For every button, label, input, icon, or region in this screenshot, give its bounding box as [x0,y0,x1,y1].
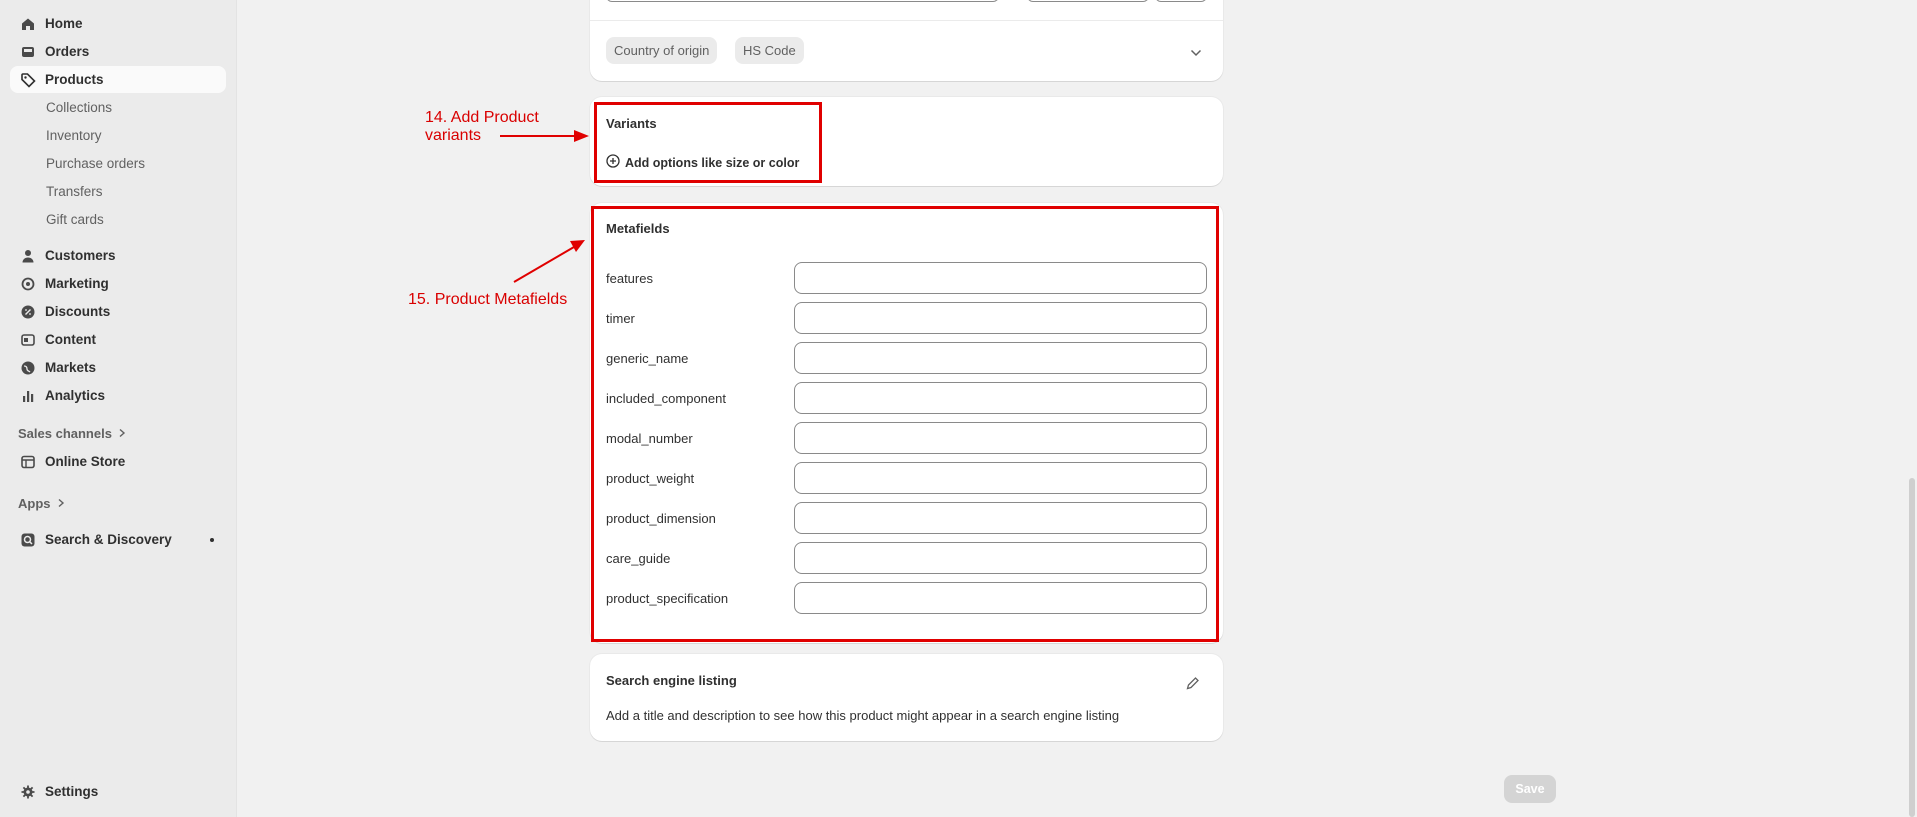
nav-content-label: Content [45,332,96,347]
globe-icon [19,359,36,376]
add-options-button[interactable]: Add options like size or color [606,154,799,171]
chevron-down-icon[interactable] [1190,44,1202,62]
plus-circle-icon [606,154,620,171]
nav-marketing-label: Marketing [45,276,109,291]
nav-content[interactable]: Content [10,326,226,353]
annotation-step-15: 15. Product Metafields [408,291,568,308]
save-button[interactable]: Save [1504,775,1556,803]
metafield-label-modal-number: modal_number [606,431,693,446]
chevron-right-icon [57,496,65,511]
metafield-input-timer[interactable] [794,302,1207,334]
metafield-input-care-guide[interactable] [794,542,1207,574]
bar-chart-icon [19,387,36,404]
nav-customers-label: Customers [45,248,116,263]
metafield-label-features: features [606,271,653,286]
nav-marketing[interactable]: Marketing [10,270,226,297]
unread-dot [210,537,214,542]
nav-markets-label: Markets [45,360,97,375]
metafield-input-product-specification[interactable] [794,582,1207,614]
gear-icon [19,783,36,800]
nav-online-store[interactable]: Online Store [10,448,226,475]
nav-gift-cards[interactable]: Gift cards [46,212,104,227]
nav-search-discovery[interactable]: Search & Discovery [10,526,226,553]
metafield-input-features[interactable] [794,262,1207,294]
nav-markets[interactable]: Markets [10,354,226,381]
metafield-label-product-weight: product_weight [606,471,695,486]
tag-hs-code[interactable]: HS Code [735,37,804,64]
unit-input-edge[interactable] [1155,0,1207,2]
metafield-label-timer: timer [606,311,635,326]
metafield-label-product-specification: product_specification [606,591,729,606]
apps-heading[interactable]: Apps [18,496,65,511]
nav-home[interactable]: Home [10,10,226,37]
annotation-step-14-line2: variants [425,127,482,144]
add-options-label: Add options like size or color [625,155,800,170]
inbox-icon [19,43,36,60]
divider [590,20,1223,21]
country-input-edge[interactable] [606,0,999,2]
chevron-right-icon [118,426,126,441]
nav-search-discovery-label: Search & Discovery [45,532,172,547]
nav-analytics[interactable]: Analytics [10,382,226,409]
nav-orders[interactable]: Orders [10,38,226,65]
tag-country-of-origin[interactable]: Country of origin [606,37,718,64]
search-app-icon [19,531,36,548]
arrow-to-metafields [513,240,585,283]
person-icon [19,247,36,264]
nav-discounts-label: Discounts [45,304,111,319]
annotation-step-14: 14. Add Product variants [425,109,539,145]
metafield-input-product-dimension[interactable] [794,502,1207,534]
nav-inventory[interactable]: Inventory [46,128,102,143]
metafield-input-generic-name[interactable] [794,342,1207,374]
sales-channels-heading[interactable]: Sales channels [18,426,126,441]
metafield-label-included-component: included_component [606,391,726,406]
nav-products-label: Products [45,72,104,87]
apps-label: Apps [18,496,51,511]
store-icon [19,453,36,470]
nav-home-label: Home [45,16,83,31]
nav-transfers[interactable]: Transfers [46,184,103,199]
nav-customers[interactable]: Customers [10,242,226,269]
variants-card [590,97,1223,186]
metafield-input-included-component[interactable] [794,382,1207,414]
metafields-title: Metafields [606,221,670,236]
nav-discounts[interactable]: Discounts [10,298,226,325]
nav-purchase-orders[interactable]: Purchase orders [46,156,145,171]
target-icon [19,275,36,292]
nav-settings[interactable]: Settings [10,778,226,805]
tag-icon [19,71,36,88]
hs-code-input-edge[interactable] [1027,0,1149,2]
nav-orders-label: Orders [45,44,90,59]
nav-settings-label: Settings [45,784,99,799]
nav-products[interactable]: Products [10,66,226,93]
page-scrollbar[interactable] [1909,478,1915,817]
sales-channels-label: Sales channels [18,426,112,441]
nav-analytics-label: Analytics [45,388,106,403]
home-icon [19,15,36,32]
discount-icon [19,303,36,320]
metafield-label-generic-name: generic_name [606,351,689,366]
metafield-input-modal-number[interactable] [794,422,1207,454]
seo-title: Search engine listing [606,673,737,688]
seo-description: Add a title and description to see how t… [606,708,1120,723]
metafield-label-care-guide: care_guide [606,551,671,566]
pencil-icon[interactable] [1185,676,1200,696]
metafield-input-product-weight[interactable] [794,462,1207,494]
metafield-label-product-dimension: product_dimension [606,511,716,526]
nav-online-store-label: Online Store [45,454,126,469]
nav-collections[interactable]: Collections [46,100,112,115]
content-icon [19,331,36,348]
annotation-step-14-line1: 14. Add Product [425,109,539,126]
sidebar: Home Orders Products Collections Invento… [0,0,237,817]
seo-card [590,654,1223,741]
variants-title: Variants [606,116,657,131]
